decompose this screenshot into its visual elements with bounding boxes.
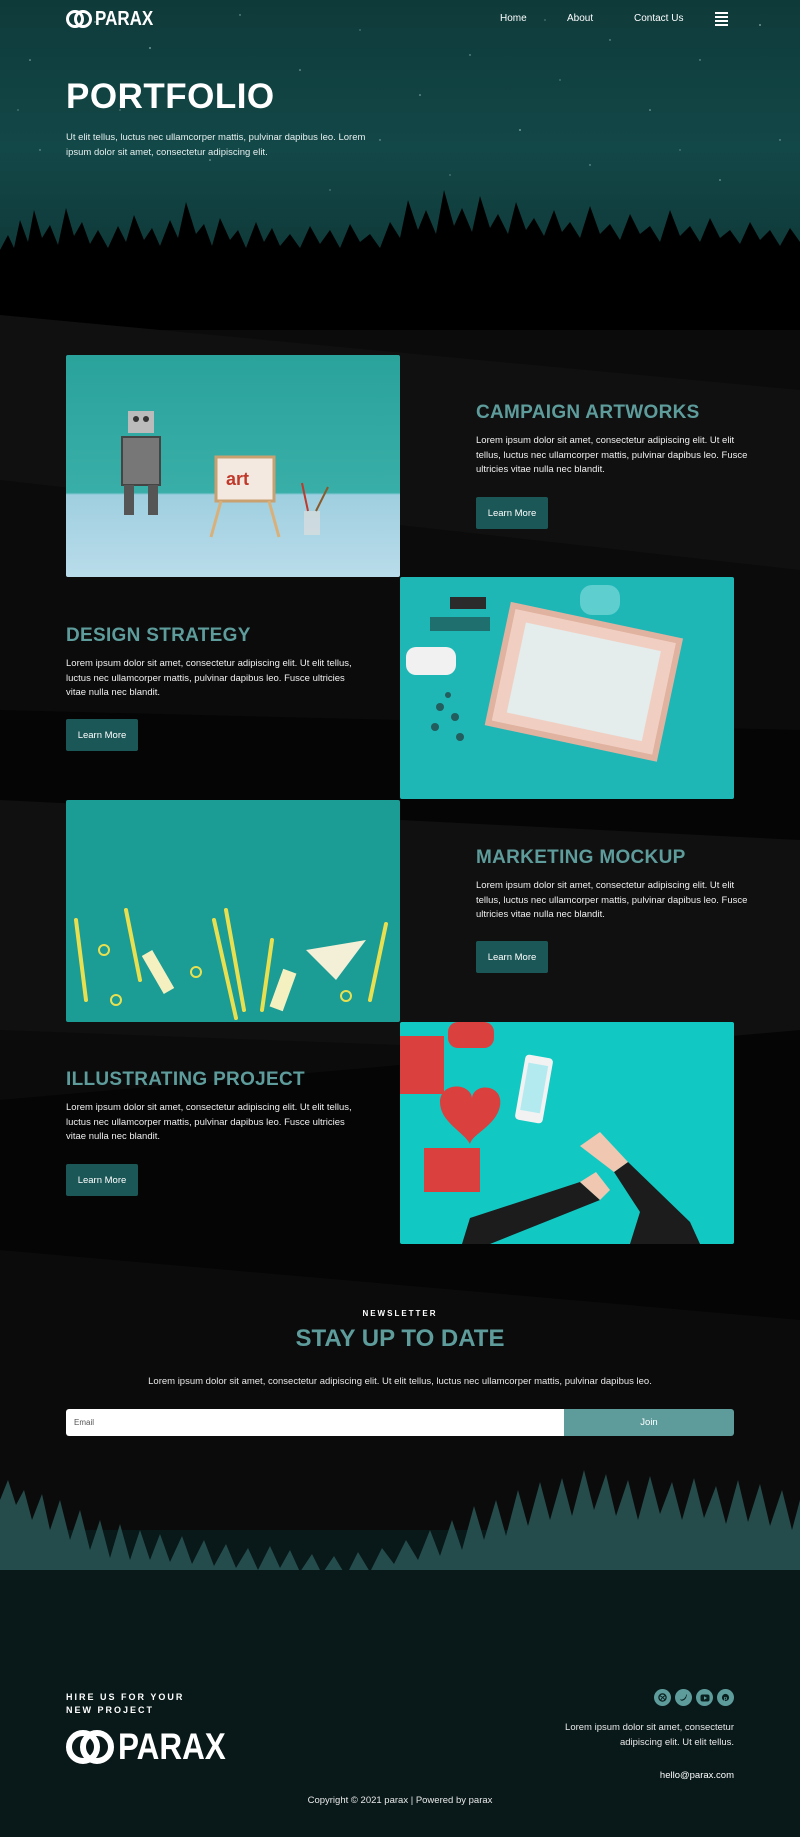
portfolio-title-illustrating: ILLUSTRATING PROJECT <box>66 1069 305 1090</box>
hero-subtitle: Ut elit tellus, luctus nec ullamcorper m… <box>66 132 366 158</box>
portfolio-image-illustrating[interactable] <box>400 1022 734 1244</box>
brand-name: PARAX <box>95 8 154 30</box>
page-title: PORTFOLIO <box>66 77 275 116</box>
newsletter-title: STAY UP TO DATE <box>295 1325 505 1352</box>
hire-line-2: NEW PROJECT <box>66 1705 155 1715</box>
email-input[interactable] <box>66 1409 564 1436</box>
social-links: p <box>654 1689 734 1706</box>
portfolio-image-marketing[interactable] <box>66 800 400 1022</box>
portfolio-title-campaign: CAMPAIGN ARTWORKS <box>476 402 700 423</box>
portfolio-image-design[interactable] <box>400 577 734 799</box>
footer-description: Lorem ipsum dolor sit amet, consectetur … <box>565 1722 734 1748</box>
logo-mark-icon <box>66 10 92 28</box>
logo-mark-icon <box>66 1730 114 1764</box>
footer-email-link[interactable]: hello@parax.com <box>660 1770 734 1781</box>
pinterest-icon[interactable]: p <box>717 1689 734 1706</box>
learn-more-button-marketing[interactable]: Learn More <box>476 941 548 973</box>
newsletter-kicker: NEWSLETTER <box>362 1309 438 1318</box>
portfolio-text-illustrating: Lorem ipsum dolor sit amet, consectetur … <box>66 1102 352 1142</box>
copyright: Copyright © 2021 parax | Powered by para… <box>307 1795 493 1806</box>
join-button[interactable]: Join <box>564 1409 734 1436</box>
hire-line-1: HIRE US FOR YOUR <box>66 1692 185 1702</box>
newsletter-description: Lorem ipsum dolor sit amet, consectetur … <box>148 1376 652 1387</box>
portfolio-text-campaign: Lorem ipsum dolor sit amet, consectetur … <box>476 435 748 475</box>
learn-more-button-design[interactable]: Learn More <box>66 719 138 751</box>
main-nav: PARAX Home About Contact Us <box>0 0 800 40</box>
learn-more-button-illustrating[interactable]: Learn More <box>66 1164 138 1196</box>
nav-contact[interactable]: Contact Us <box>634 13 683 24</box>
footer-forest <box>0 1460 800 1670</box>
hire-us-heading: HIRE US FOR YOUR NEW PROJECT <box>66 1691 184 1717</box>
footer-brand-name: PARAX <box>118 1726 226 1767</box>
nav-about[interactable]: About <box>567 13 593 24</box>
portfolio-title-marketing: MARKETING MOCKUP <box>476 847 686 868</box>
nav-home[interactable]: Home <box>500 13 527 24</box>
forest-silhouette <box>0 190 800 330</box>
portfolio-title-design: DESIGN STRATEGY <box>66 625 251 646</box>
footer-logo[interactable]: PARAX <box>66 1728 245 1766</box>
hamburger-icon[interactable] <box>715 12 728 26</box>
twitter-icon[interactable] <box>675 1689 692 1706</box>
youtube-icon[interactable] <box>696 1689 713 1706</box>
dribbble-icon[interactable] <box>654 1689 671 1706</box>
hero-section: PARAX Home About Contact Us PORTFOLIO Ut… <box>0 0 800 330</box>
portfolio-text-design: Lorem ipsum dolor sit amet, consectetur … <box>66 658 352 698</box>
svg-text:art: art <box>226 469 249 489</box>
brand-logo[interactable]: PARAX <box>66 9 164 29</box>
learn-more-button-campaign[interactable]: Learn More <box>476 497 548 529</box>
portfolio-text-marketing: Lorem ipsum dolor sit amet, consectetur … <box>476 880 748 920</box>
page: PARAX Home About Contact Us PORTFOLIO Ut… <box>0 0 800 1837</box>
portfolio-image-campaign[interactable]: art <box>66 355 400 577</box>
